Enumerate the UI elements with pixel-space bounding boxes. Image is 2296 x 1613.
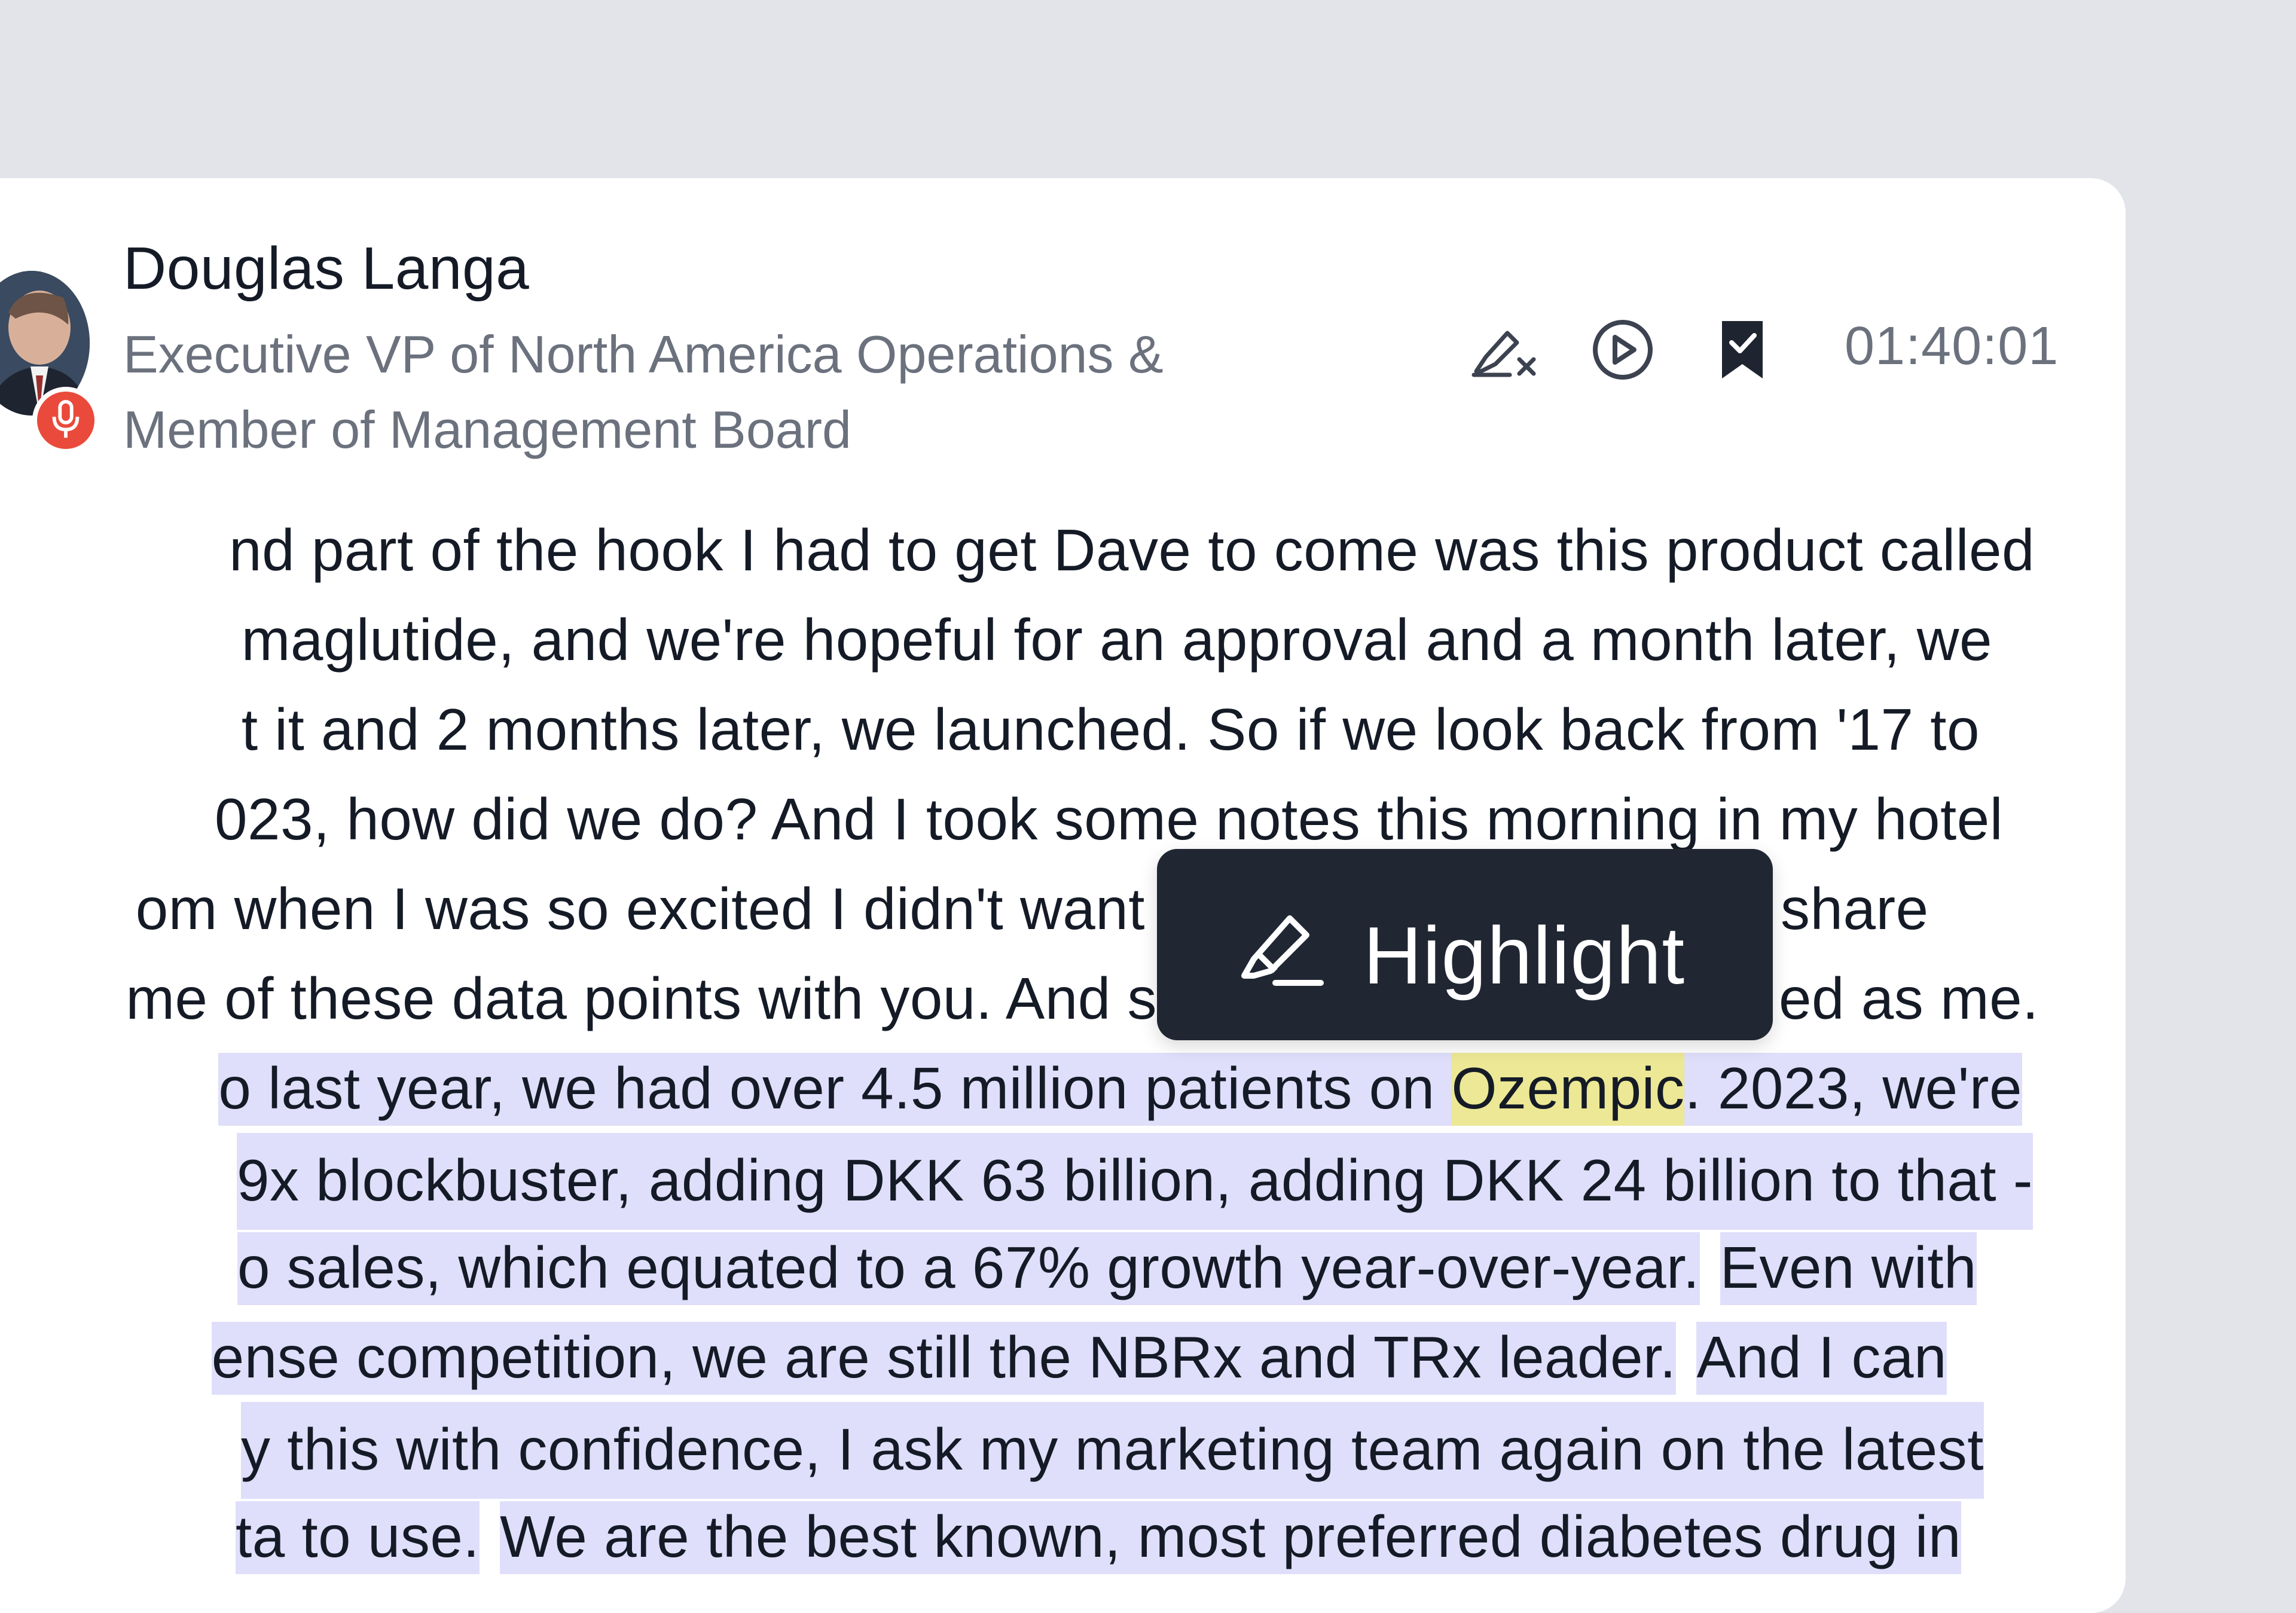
remove-highlight-button[interactable] bbox=[1468, 317, 1540, 383]
selected-text[interactable]: And I can bbox=[1696, 1322, 1947, 1395]
selected-text[interactable]: ense competition, we are still the NBRx … bbox=[211, 1322, 1677, 1395]
timestamp[interactable]: 01:40:01 bbox=[1845, 316, 2059, 377]
microphone-icon bbox=[52, 399, 80, 438]
transcript-line: nd part of the hook I had to get Dave to… bbox=[229, 517, 2035, 583]
transcript-line: om when I was so excited I didn't want bbox=[135, 876, 1145, 942]
selected-line[interactable]: o sales, which equated to a 67% growth y… bbox=[0, 1223, 1977, 1312]
highlight-popup-button[interactable]: Highlight bbox=[1157, 849, 1773, 1040]
transcript-line: me of these data points with you. And s bbox=[126, 966, 1157, 1031]
selected-text[interactable]: We are the best known, most preferred di… bbox=[500, 1501, 1961, 1574]
selected-text[interactable]: . 2023, we're bbox=[1684, 1053, 2022, 1126]
selected-text[interactable]: 9x blockbuster, adding DKK 63 billion, a… bbox=[236, 1133, 2033, 1230]
speaker-title: Executive VP of North America Operations… bbox=[123, 317, 1379, 468]
bookmark-check-icon bbox=[1722, 321, 1763, 378]
transcript-line-fragment: ed as me. bbox=[1779, 966, 2039, 1031]
selected-line[interactable]: y this with confidence, I ask my marketi… bbox=[0, 1402, 1984, 1499]
microphone-badge bbox=[32, 387, 99, 454]
speaker-title-line2: Member of Management Board bbox=[123, 400, 851, 459]
selected-text[interactable]: Even with bbox=[1720, 1232, 1977, 1305]
play-icon bbox=[1593, 320, 1653, 380]
selected-text[interactable]: ta to use. bbox=[236, 1501, 480, 1574]
selected-text[interactable]: o last year, we had over 4.5 million pat… bbox=[218, 1053, 1452, 1126]
bookmark-button[interactable] bbox=[1706, 317, 1778, 383]
transcript-line-fragment: share bbox=[1781, 876, 1929, 942]
selected-text[interactable]: o sales, which equated to a 67% growth y… bbox=[237, 1232, 1700, 1305]
speaker-name: Douglas Langa bbox=[123, 235, 530, 302]
play-button[interactable] bbox=[1587, 317, 1659, 383]
remove-highlight-icon bbox=[1471, 331, 1536, 377]
highlight-label: Highlight bbox=[1363, 910, 1686, 1001]
highlighter-icon bbox=[1241, 915, 1324, 986]
selected-line[interactable]: ense competition, we are still the NBRx … bbox=[0, 1312, 1947, 1402]
transcript-line: maglutide, and we're hopeful for an appr… bbox=[241, 607, 1992, 673]
highlighted-term[interactable]: Ozempic bbox=[1451, 1053, 1685, 1126]
speaker-title-line1: Executive VP of North America Operations… bbox=[123, 325, 1164, 384]
selected-line[interactable]: ta to use. We are the best known, most pr… bbox=[0, 1492, 1961, 1581]
selected-line[interactable]: 9x blockbuster, adding DKK 63 billion, a… bbox=[0, 1133, 2033, 1230]
selected-line[interactable]: o last year, we had over 4.5 million pat… bbox=[0, 1043, 2022, 1133]
selected-text[interactable]: y this with confidence, I ask my marketi… bbox=[240, 1402, 1984, 1499]
transcript-line: t it and 2 months later, we launched. So… bbox=[241, 696, 1980, 762]
